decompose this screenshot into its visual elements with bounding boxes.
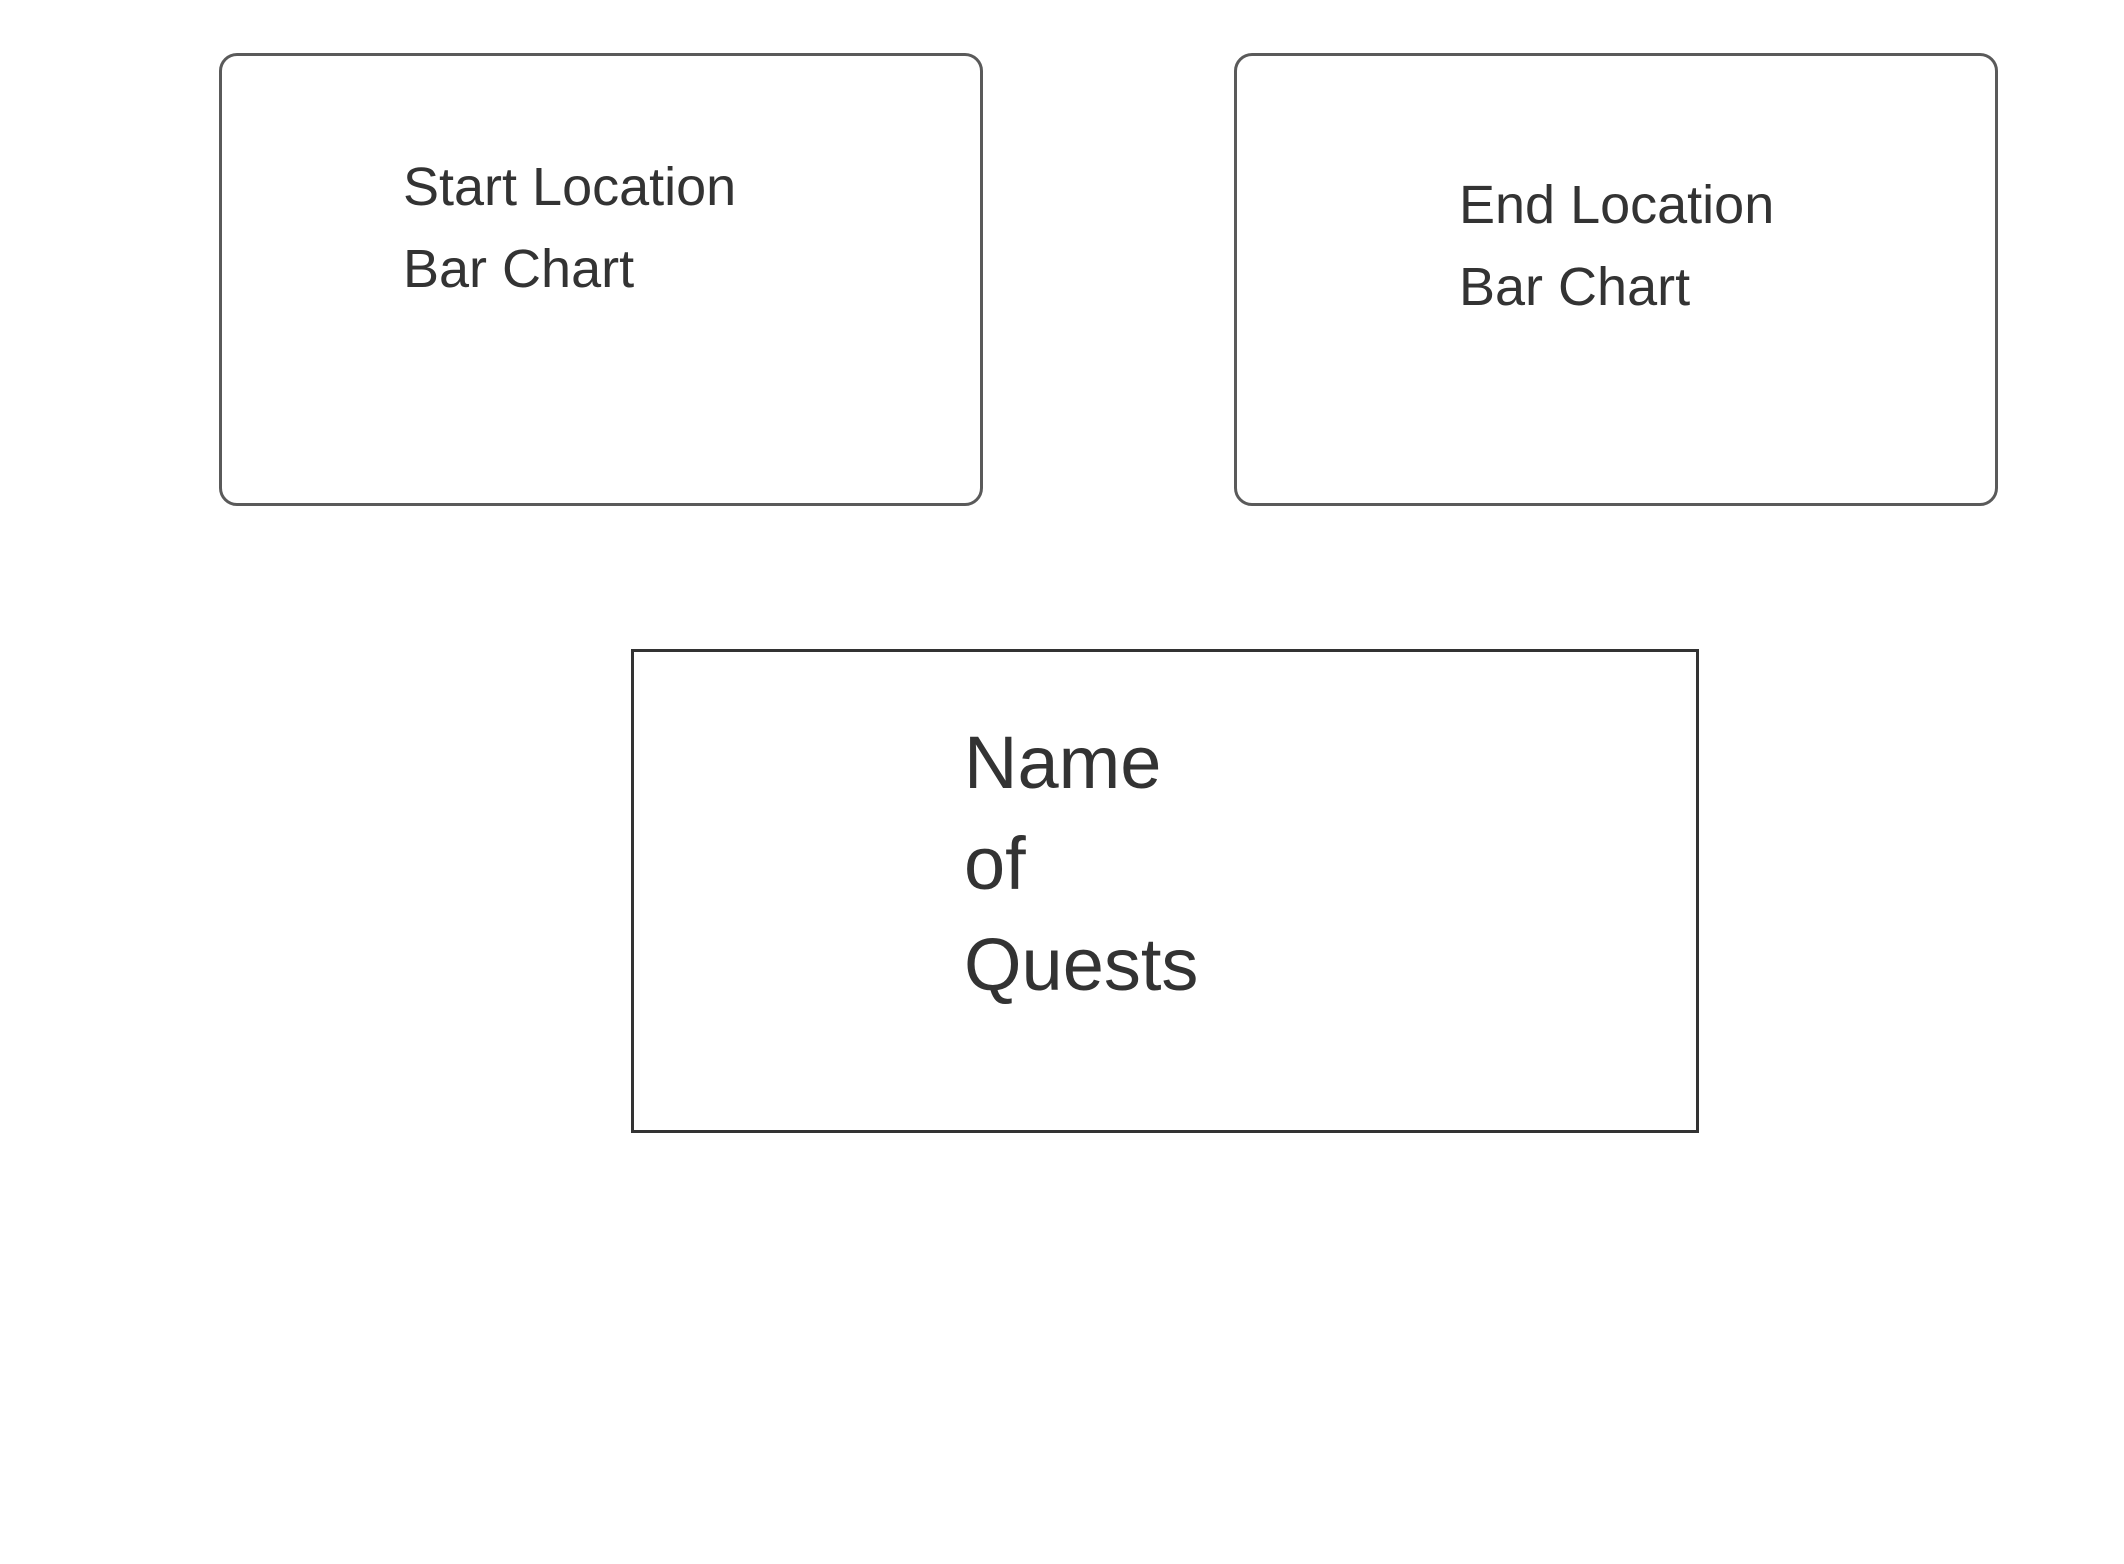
name-of-quests-box: Name of Quests bbox=[631, 649, 1699, 1133]
start-location-label: Start Location Bar Chart bbox=[403, 146, 736, 310]
name-of-quests-label-line-3: Quests bbox=[964, 923, 1199, 1006]
end-location-bar-chart-box: End Location Bar Chart bbox=[1234, 53, 1998, 506]
end-location-label-line-1: End Location bbox=[1459, 175, 1775, 235]
start-location-bar-chart-box: Start Location Bar Chart bbox=[219, 53, 983, 506]
name-of-quests-label-line-2: of bbox=[964, 822, 1026, 905]
wireframe-canvas: Start Location Bar Chart End Location Ba… bbox=[0, 0, 2124, 1564]
end-location-label: End Location Bar Chart bbox=[1459, 164, 1774, 328]
start-location-label-line-2: Bar Chart bbox=[403, 239, 635, 299]
start-location-label-line-1: Start Location bbox=[403, 157, 737, 217]
name-of-quests-label: Name of Quests bbox=[964, 712, 1198, 1015]
name-of-quests-label-line-1: Name bbox=[964, 721, 1162, 804]
end-location-label-line-2: Bar Chart bbox=[1459, 257, 1691, 317]
